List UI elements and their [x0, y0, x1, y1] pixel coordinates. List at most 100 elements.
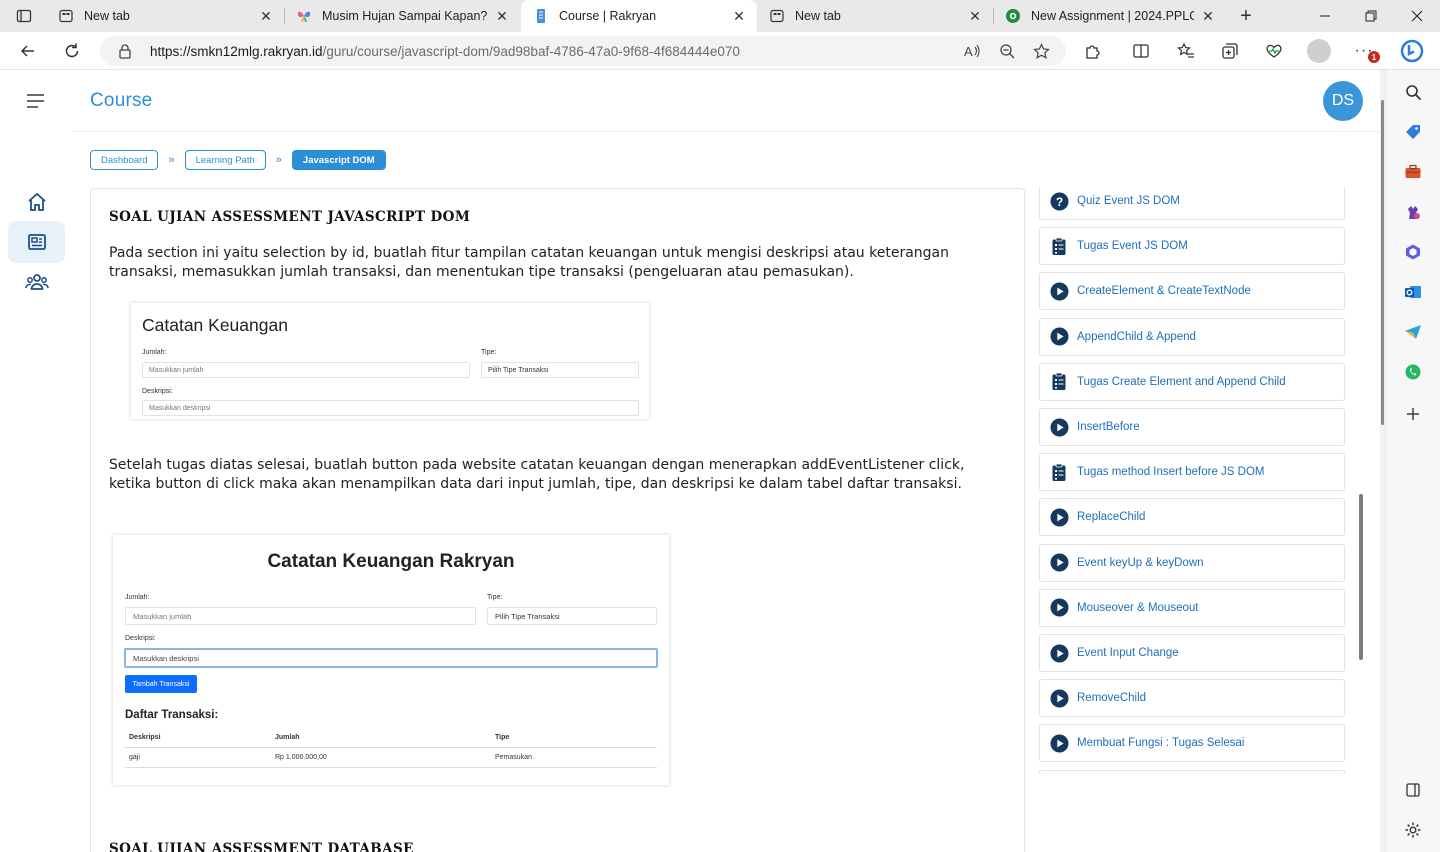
browser-tab-4[interactable]: New tab ✕ — [757, 0, 993, 32]
close-tab-icon[interactable]: ✕ — [967, 8, 983, 24]
lesson-item-label: Event Input Change — [1077, 647, 1179, 659]
lesson-item-label: Membuat Fungsi : Tugas Selesai — [1077, 737, 1245, 750]
restore-button[interactable] — [1348, 0, 1394, 32]
example-label: Deskripsi: — [125, 635, 156, 642]
paragraph-line: ketika button di click maka akan menampi… — [109, 476, 962, 492]
question-icon: ? — [1049, 191, 1069, 211]
lesson-item[interactable]: AppendChild & Append — [1039, 317, 1345, 356]
browser-toolbar: https://smkn12mlg.rakryan.id/guru/course… — [0, 32, 1440, 70]
example-subtitle: Daftar Transaksi: — [125, 709, 219, 721]
search-icon[interactable] — [1403, 82, 1423, 102]
add-sidebar-app-icon[interactable] — [1403, 404, 1423, 424]
shopping-tag-icon[interactable] — [1403, 122, 1423, 142]
document-icon — [533, 8, 549, 24]
lesson-item[interactable]: CreateElement & CreateTextNode — [1039, 272, 1345, 311]
browser-tab-5[interactable]: New Assignment | 2024.PPLG.DP ✕ — [993, 0, 1226, 32]
whatsapp-icon[interactable] — [1403, 362, 1423, 382]
table-cell: Rp 1.000.000,00 — [275, 754, 327, 761]
send-plane-icon[interactable] — [1403, 322, 1423, 342]
microsoft-365-icon[interactable] — [1403, 242, 1423, 262]
lesson-list-scrollbar-thumb[interactable] — [1359, 494, 1363, 660]
heart-pulse-icon — [1266, 44, 1282, 58]
page-scrollbar-thumb[interactable] — [1381, 100, 1384, 425]
home-icon — [27, 192, 46, 211]
tab-title: New tab — [84, 9, 130, 23]
lock-icon[interactable] — [118, 43, 134, 59]
sidenav-users[interactable] — [8, 261, 65, 303]
lesson-item[interactable]: Tugas method Insert before JS DOM — [1039, 453, 1345, 492]
notification-badge: 1 — [1368, 51, 1380, 63]
hamburger-menu-icon — [27, 94, 44, 108]
split-screen-button[interactable] — [1127, 37, 1155, 65]
browser-tab-2[interactable]: Musim Hujan Sampai Kapan? Inf ✕ — [284, 0, 520, 32]
close-tab-icon[interactable]: ✕ — [494, 8, 510, 24]
zoom-out-icon[interactable] — [999, 43, 1015, 59]
classroom-icon — [1005, 8, 1021, 24]
example-input: Masukkan jumlah — [125, 607, 476, 625]
browser-essentials-button[interactable] — [1260, 37, 1288, 65]
lesson-item[interactable]: Membuat Fungsi : Tugas Selesai — [1039, 724, 1345, 763]
header-divider — [72, 131, 1380, 132]
extensions-button[interactable] — [1079, 37, 1107, 65]
lesson-item-partial[interactable] — [1039, 769, 1345, 774]
sidenav-course[interactable] — [8, 221, 65, 263]
close-window-button[interactable] — [1394, 0, 1440, 32]
refresh-button[interactable] — [58, 37, 86, 65]
paragraph-line: Setelah tugas diatas selesai, buatlah bu… — [109, 457, 965, 473]
new-tab-button[interactable]: + — [1234, 4, 1258, 28]
edge-sidebar — [1385, 70, 1440, 852]
lesson-item-label: ReplaceChild — [1077, 511, 1146, 524]
hide-sidebar-icon[interactable] — [1403, 780, 1423, 800]
example-input: Masukkan deskripsi — [142, 400, 639, 416]
breadcrumb-dashboard[interactable]: Dashboard — [90, 150, 159, 170]
minimize-button[interactable] — [1302, 0, 1348, 32]
puzzle-icon — [1086, 45, 1100, 59]
close-tab-icon[interactable]: ✕ — [731, 8, 747, 24]
example-label: Tipe: — [487, 594, 503, 601]
clipboard-icon — [1049, 372, 1069, 392]
lesson-item[interactable]: ReplaceChild — [1039, 498, 1345, 537]
games-icon[interactable] — [1403, 202, 1423, 222]
toolbox-icon[interactable] — [1403, 162, 1423, 182]
example-title: Catatan Keuangan Rakryan — [267, 551, 515, 572]
page-scrollbar[interactable] — [1380, 70, 1385, 852]
close-tab-icon[interactable]: ✕ — [1200, 8, 1216, 24]
tab-actions-button[interactable] — [10, 6, 38, 26]
outlook-icon[interactable] — [1403, 282, 1423, 302]
play-icon — [1049, 598, 1069, 618]
lesson-item[interactable]: Tugas Event JS DOM — [1039, 227, 1345, 266]
lesson-item[interactable]: InsertBefore — [1039, 408, 1345, 446]
play-icon — [1049, 417, 1069, 437]
paragraph-line: Pada section ini yaitu selection by id, … — [109, 245, 949, 261]
lesson-item-label: Event keyUp & keyDown — [1077, 556, 1204, 569]
favorite-star-icon[interactable] — [1033, 42, 1050, 60]
sidebar-settings-gear-icon[interactable] — [1403, 820, 1423, 840]
example-input: Masukkan jumlah — [142, 362, 470, 378]
newtab-icon — [769, 8, 785, 24]
paragraph-line: transaksi, memasukkan jumlah transaksi, … — [109, 264, 854, 280]
lesson-item[interactable]: ? Quiz Event JS DOM — [1039, 188, 1345, 220]
address-bar[interactable]: https://smkn12mlg.rakryan.id/guru/course… — [100, 36, 1066, 66]
browser-tab-1[interactable]: New tab ✕ — [46, 0, 284, 32]
lesson-item[interactable]: RemoveChild — [1039, 679, 1345, 718]
sidenav-home[interactable] — [8, 181, 65, 223]
profile-avatar[interactable] — [1307, 39, 1331, 63]
close-tab-icon[interactable]: ✕ — [258, 8, 274, 24]
lesson-item[interactable]: Mouseover & Mouseout — [1039, 588, 1345, 627]
lesson-item[interactable]: Event Input Change — [1039, 634, 1345, 672]
lesson-item[interactable]: Tugas Create Element and Append Child — [1039, 362, 1345, 401]
browser-tab-3-active[interactable]: Course | Rakryan ✕ — [521, 0, 757, 32]
collections-button[interactable] — [1216, 37, 1244, 65]
copilot-button[interactable] — [1398, 37, 1426, 65]
read-aloud-icon[interactable]: A — [963, 43, 981, 59]
lesson-item-label: Tugas Create Element and Append Child — [1077, 375, 1286, 388]
refresh-icon — [65, 43, 79, 58]
user-avatar[interactable]: DS — [1323, 81, 1363, 121]
breadcrumb-learning-path[interactable]: Learning Path — [184, 150, 266, 170]
menu-toggle-button[interactable] — [26, 92, 46, 110]
example-label: Deskripsi: — [142, 388, 173, 395]
lesson-item[interactable]: Event keyUp & keyDown — [1039, 543, 1345, 582]
favorites-button[interactable] — [1172, 37, 1200, 65]
back-button[interactable] — [14, 37, 42, 65]
lesson-item-label: Quiz Event JS DOM — [1077, 195, 1180, 207]
